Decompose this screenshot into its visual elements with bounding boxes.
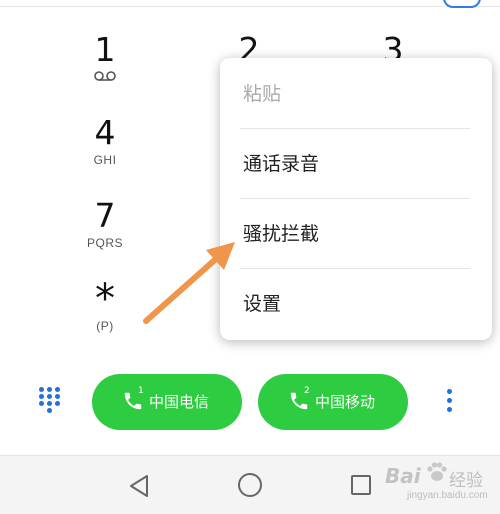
key-1[interactable]: 1: [60, 33, 150, 84]
sim-number: 1: [138, 386, 144, 396]
watermark-url: jingyan.baidu.com: [407, 490, 488, 501]
menu-divider: [240, 198, 470, 199]
dialpad-icon[interactable]: [36, 385, 64, 415]
baidu-jingyan-watermark: Bai 经验 jingyan.baidu.com: [385, 458, 495, 510]
key-4-digit: 4: [94, 113, 116, 152]
nav-home-icon[interactable]: [237, 472, 263, 498]
more-vert-icon[interactable]: [447, 389, 453, 417]
call-carrier-label: 中国电信: [149, 393, 210, 411]
key-7-letters: PQRS: [86, 236, 123, 250]
key-4-letters: GHI: [93, 153, 117, 167]
key-7-digit: 7: [94, 196, 116, 235]
key-star-symbol: *: [95, 276, 115, 322]
key-4[interactable]: 4 GHI: [60, 113, 150, 168]
menu-item-paste[interactable]: 粘贴: [243, 82, 281, 106]
call-button-sim1[interactable]: 1 中国电信: [92, 374, 242, 430]
nav-recents-icon[interactable]: [350, 474, 372, 496]
key-1-digit: 1: [94, 30, 116, 69]
key-7[interactable]: 7 PQRS: [60, 196, 150, 251]
key-star-pause: (P): [96, 319, 114, 333]
nav-back-icon[interactable]: [127, 473, 151, 499]
call-carrier-label: 中国移动: [315, 393, 376, 411]
watermark-brand: Bai: [385, 464, 421, 488]
key-star[interactable]: * (P): [60, 276, 150, 333]
watermark-suffix: 经验: [449, 471, 483, 491]
paw-logo-icon: [427, 462, 447, 481]
top-partial-icon: [443, 0, 481, 8]
menu-divider: [240, 128, 470, 129]
menu-item-harassment-block[interactable]: 骚扰拦截: [243, 222, 319, 246]
voicemail-icon: [60, 70, 150, 84]
menu-item-call-recording[interactable]: 通话录音: [243, 152, 319, 176]
sim-number: 2: [304, 386, 310, 396]
overflow-menu: 粘贴 通话录音 骚扰拦截 设置: [220, 58, 492, 340]
status-area: [0, 0, 500, 7]
menu-item-settings[interactable]: 设置: [243, 292, 281, 316]
menu-divider: [240, 268, 470, 269]
call-button-sim2[interactable]: 2 中国移动: [258, 374, 408, 430]
